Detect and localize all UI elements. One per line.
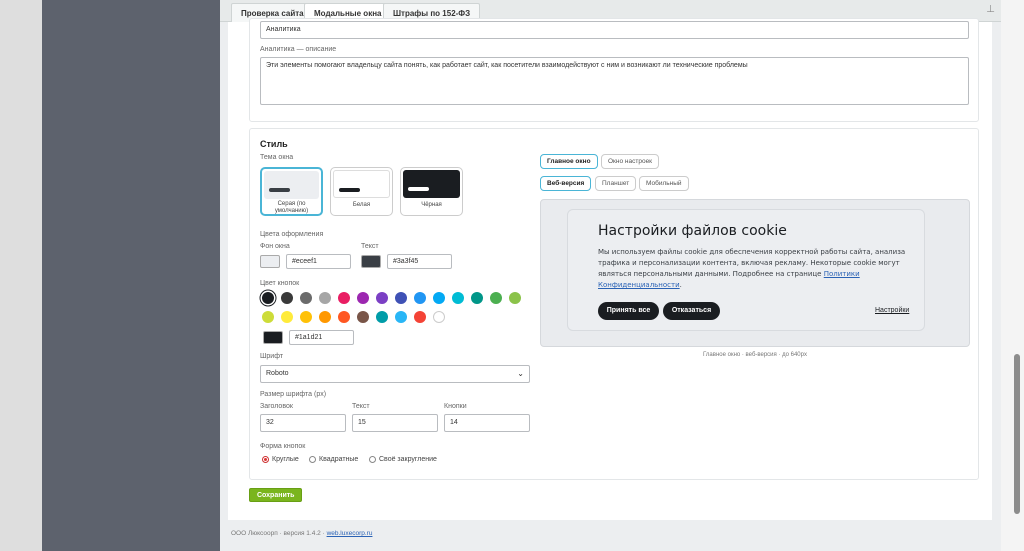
main-content: Проверка сайта Модальные окна Штрафы по … — [220, 0, 1001, 551]
color-option[interactable] — [319, 311, 331, 323]
shape-custom-radio[interactable] — [369, 456, 376, 463]
theme-white-bar — [339, 188, 360, 192]
cookie-modal-title: Настройки файлов cookie — [598, 223, 787, 239]
text-color-input[interactable]: #3a3f45 — [387, 254, 452, 269]
color-option[interactable] — [414, 292, 426, 304]
save-button[interactable]: Сохранить — [249, 488, 303, 502]
analytics-card: Аналитика Аналитика — описание Эти элеме… — [249, 18, 979, 122]
color-option[interactable] — [433, 292, 445, 304]
theme-black-preview — [403, 170, 460, 198]
preview-caption: Главное окно · веб-версия · до 640px — [703, 352, 807, 358]
tab-settings-window[interactable]: Окно настроек — [601, 154, 660, 169]
theme-white[interactable]: Белая — [330, 167, 393, 216]
color-option[interactable] — [452, 292, 464, 304]
color-option[interactable] — [395, 311, 407, 323]
button-color-label: Цвет кнопок — [260, 280, 300, 287]
analytics-desc-label: Аналитика — описание — [260, 46, 337, 53]
size-buttons-label: Кнопки — [444, 403, 467, 410]
color-option[interactable] — [319, 292, 331, 304]
tab-main-window[interactable]: Главное окно — [540, 154, 598, 169]
style-title: Стиль — [260, 139, 288, 149]
color-option[interactable] — [338, 311, 350, 323]
font-size-label: Размер шрифта (px) — [260, 391, 327, 398]
theme-black-label: Чёрная — [421, 202, 442, 208]
analytics-desc-textarea[interactable]: Эти элементы помогают владельцу сайта по… — [260, 57, 969, 105]
cookie-modal-text: Мы используем файлы cookie для обеспечен… — [598, 248, 906, 289]
size-heading-label: Заголовок — [260, 403, 293, 410]
scrollbar-thumb[interactable] — [1014, 354, 1020, 514]
footer: ООО Люксоорп · версия 1.4.2 · web.luxeco… — [231, 530, 372, 537]
font-select[interactable]: Roboto ⌄ — [260, 365, 530, 383]
color-option[interactable] — [357, 292, 369, 304]
pin-icon[interactable]: ⊥ — [986, 4, 995, 15]
shape-round-label: Круглые — [272, 456, 299, 463]
sidebar-background — [42, 0, 220, 551]
custom-color-input[interactable]: #1a1d21 — [289, 330, 354, 345]
preview-area: Настройки файлов cookie Мы используем фа… — [540, 199, 970, 347]
color-option[interactable] — [338, 292, 350, 304]
decline-button[interactable]: Отказаться — [663, 302, 720, 320]
theme-gray-bar — [269, 188, 290, 192]
settings-panel: Аналитика Аналитика — описание Эти элеме… — [228, 18, 992, 520]
theme-black-bar — [408, 187, 429, 191]
shape-round-radio[interactable] — [262, 456, 269, 463]
font-select-value: Roboto — [266, 370, 289, 377]
accept-all-button[interactable]: Принять все — [598, 302, 659, 320]
analytics-name-input[interactable]: Аналитика — [260, 21, 969, 39]
theme-white-label: Белая — [352, 202, 371, 208]
colors-label: Цвета оформления — [260, 231, 324, 238]
tab-tablet[interactable]: Планшет — [595, 176, 637, 191]
footer-link[interactable]: web.luxecorp.ru — [327, 530, 373, 537]
tab-mobile[interactable]: Мобильный — [639, 176, 689, 191]
color-option[interactable] — [281, 311, 293, 323]
text-color-swatch[interactable] — [361, 255, 381, 268]
bg-color-swatch[interactable] — [260, 255, 280, 268]
color-option[interactable] — [376, 292, 388, 304]
color-option[interactable] — [300, 311, 312, 323]
size-text-label: Текст — [352, 403, 370, 410]
cookie-modal-preview: Настройки файлов cookie Мы используем фа… — [567, 209, 925, 331]
theme-label: Тема окна — [260, 154, 294, 161]
theme-black[interactable]: Чёрная — [400, 167, 463, 216]
bg-color-input[interactable]: #eceef1 — [286, 254, 351, 269]
theme-white-preview — [333, 170, 390, 198]
theme-gray[interactable]: Серая (по умолчанию) — [260, 167, 323, 216]
color-option[interactable] — [357, 311, 369, 323]
color-option[interactable] — [376, 311, 388, 323]
shape-square-radio[interactable] — [309, 456, 316, 463]
color-option[interactable] — [471, 292, 483, 304]
color-option[interactable] — [395, 292, 407, 304]
settings-link[interactable]: Настройки — [875, 307, 909, 314]
button-shape-label: Форма кнопок — [260, 443, 306, 450]
left-gutter — [0, 0, 42, 551]
color-option[interactable] — [433, 311, 445, 323]
theme-gray-label: Серая (по умолчанию) — [274, 201, 309, 214]
style-card: Стиль Тема окна Серая (по умолчанию) Бел… — [249, 128, 979, 480]
theme-gray-preview — [264, 171, 319, 199]
footer-text: ООО Люксоорп · версия 1.4.2 · — [231, 530, 325, 537]
text-color-label: Текст — [361, 243, 379, 250]
color-option[interactable] — [300, 292, 312, 304]
chevron-down-icon: ⌄ — [517, 369, 524, 378]
tab-web-version[interactable]: Веб-версия — [540, 176, 592, 191]
size-heading-input[interactable]: 32 — [260, 414, 346, 432]
color-option[interactable] — [281, 292, 293, 304]
bg-color-label: Фон окна — [260, 243, 290, 250]
color-option[interactable] — [490, 292, 502, 304]
color-option[interactable] — [414, 311, 426, 323]
custom-color-swatch[interactable] — [263, 331, 283, 344]
color-option[interactable] — [509, 292, 521, 304]
color-option[interactable] — [262, 311, 274, 323]
shape-square-label: Квадратные — [319, 456, 359, 463]
shape-custom-label: Своё закругление — [379, 456, 437, 463]
size-buttons-input[interactable]: 14 — [444, 414, 530, 432]
font-label: Шрифт — [260, 353, 284, 360]
size-text-input[interactable]: 15 — [352, 414, 438, 432]
right-margin — [1001, 0, 1024, 551]
color-option[interactable] — [262, 292, 274, 304]
